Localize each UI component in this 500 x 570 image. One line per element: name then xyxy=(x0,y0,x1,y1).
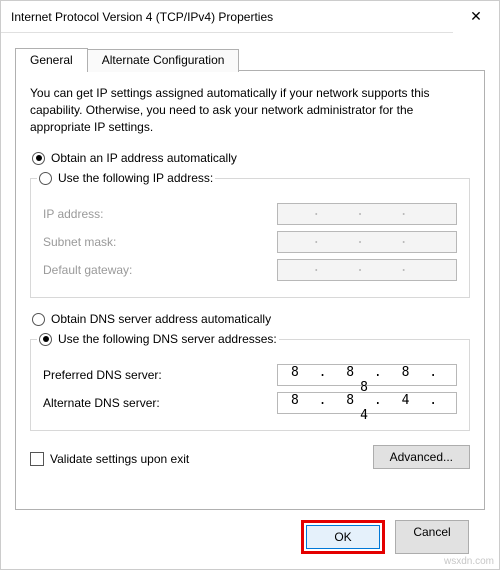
radio-ip-auto-label: Obtain an IP address automatically xyxy=(51,151,237,165)
radio-icon xyxy=(39,172,52,185)
radio-icon xyxy=(39,333,52,346)
advanced-button[interactable]: Advanced... xyxy=(373,445,470,469)
radio-icon xyxy=(32,313,45,326)
ip-address-input[interactable]: . . . xyxy=(277,203,457,225)
close-button[interactable]: ✕ xyxy=(453,1,499,33)
radio-ip-auto[interactable]: Obtain an IP address automatically xyxy=(32,151,470,165)
alternate-dns-label: Alternate DNS server: xyxy=(43,396,277,410)
ok-highlight-box: OK xyxy=(301,520,385,554)
cancel-button[interactable]: Cancel xyxy=(395,520,469,554)
radio-ip-manual[interactable]: Use the following IP address: xyxy=(39,171,213,185)
tab-general[interactable]: General xyxy=(15,48,88,71)
default-gateway-label: Default gateway: xyxy=(43,263,277,277)
tab-strip: General Alternate Configuration xyxy=(15,47,485,70)
preferred-dns-label: Preferred DNS server: xyxy=(43,368,277,382)
dialog-footer: OK Cancel xyxy=(15,510,485,554)
validate-label: Validate settings upon exit xyxy=(50,452,189,466)
ip-fieldset: Use the following IP address: IP address… xyxy=(30,167,470,298)
ok-button[interactable]: OK xyxy=(306,525,380,549)
dns-fieldset: Use the following DNS server addresses: … xyxy=(30,328,470,431)
radio-dns-manual[interactable]: Use the following DNS server addresses: xyxy=(39,332,277,346)
checkbox-icon xyxy=(30,452,44,466)
ip-address-label: IP address: xyxy=(43,207,277,221)
titlebar: Internet Protocol Version 4 (TCP/IPv4) P… xyxy=(1,1,499,33)
preferred-dns-input[interactable]: 8 . 8 . 8 . 8 xyxy=(277,364,457,386)
radio-dns-manual-label: Use the following DNS server addresses: xyxy=(58,332,277,346)
alternate-dns-input[interactable]: 8 . 8 . 4 . 4 xyxy=(277,392,457,414)
radio-dns-auto[interactable]: Obtain DNS server address automatically xyxy=(32,312,470,326)
subnet-mask-input[interactable]: . . . xyxy=(277,231,457,253)
validate-checkbox-row[interactable]: Validate settings upon exit xyxy=(30,452,189,466)
window-title: Internet Protocol Version 4 (TCP/IPv4) P… xyxy=(11,10,273,24)
radio-ip-manual-label: Use the following IP address: xyxy=(58,171,213,185)
radio-icon xyxy=(32,152,45,165)
description-text: You can get IP settings assigned automat… xyxy=(30,85,470,135)
tab-alternate[interactable]: Alternate Configuration xyxy=(87,49,240,72)
default-gateway-input[interactable]: . . . xyxy=(277,259,457,281)
subnet-mask-label: Subnet mask: xyxy=(43,235,277,249)
radio-dns-auto-label: Obtain DNS server address automatically xyxy=(51,312,271,326)
close-icon: ✕ xyxy=(470,8,482,25)
